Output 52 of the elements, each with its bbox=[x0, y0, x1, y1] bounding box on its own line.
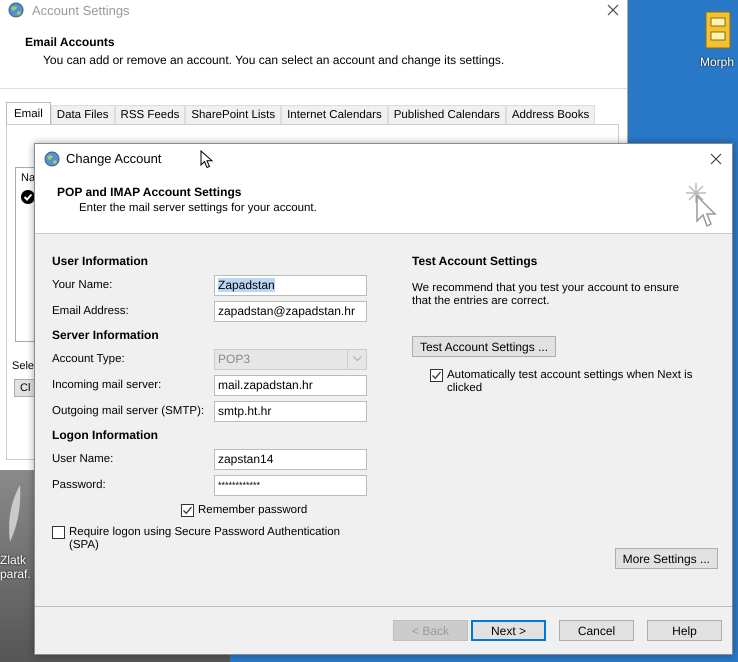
field-label: Your Name: bbox=[52, 279, 114, 291]
field-label: Email Address: bbox=[52, 305, 130, 317]
section-heading: Logon Information bbox=[52, 427, 159, 444]
section-description: We recommend that you test your account to ensure that the entries are correct. bbox=[412, 282, 680, 308]
dialog-title: Change Account bbox=[66, 151, 162, 166]
dialog-button[interactable]: Cancel bbox=[559, 620, 634, 641]
checkbox[interactable] bbox=[430, 369, 443, 382]
globe-icon bbox=[8, 2, 24, 18]
checkbox-label: Remember password bbox=[198, 504, 308, 517]
tab[interactable]: SharePoint Lists bbox=[185, 105, 282, 124]
change-button[interactable]: Cl bbox=[14, 379, 35, 397]
field-label: User Name: bbox=[52, 453, 114, 465]
checkbox-label: Require logon using Secure Password Authentication (SPA) bbox=[69, 526, 342, 552]
section-heading: Email Accounts bbox=[25, 35, 116, 49]
checkbox[interactable] bbox=[52, 526, 65, 539]
close-icon[interactable] bbox=[607, 4, 619, 16]
more-settings-button[interactable]: More Settings ... bbox=[614, 548, 718, 569]
globe-icon bbox=[44, 150, 60, 166]
tab[interactable]: Address Books bbox=[506, 105, 596, 124]
desktop-icon-label: Morph bbox=[700, 55, 734, 69]
section-heading: User Information bbox=[52, 253, 150, 270]
selection-label: Sele bbox=[12, 360, 34, 372]
field-label: Incoming mail server: bbox=[52, 379, 162, 391]
dialog-subheading: Enter the mail server settings for your account. bbox=[79, 202, 318, 214]
tab[interactable]: Internet Calendars bbox=[281, 105, 388, 124]
input-field[interactable]: zapstan14 bbox=[214, 448, 367, 470]
desktop-icon-label: paraf. bbox=[0, 567, 31, 581]
tab[interactable]: RSS Feeds bbox=[114, 105, 186, 124]
input-field[interactable]: mail.zapadstan.hr bbox=[214, 374, 367, 396]
close-icon[interactable] bbox=[710, 152, 722, 164]
dialog-button[interactable]: Next > bbox=[471, 620, 546, 641]
tab[interactable]: Email bbox=[6, 102, 51, 124]
input-field[interactable]: zapadstan@zapadstan.hr bbox=[214, 300, 367, 322]
field-label: Account Type: bbox=[52, 353, 126, 365]
tab[interactable]: Data Files bbox=[50, 105, 115, 124]
input-field[interactable]: Zapadstan bbox=[214, 274, 367, 296]
field-label: Password: bbox=[52, 479, 107, 491]
desktop-icon-label: Zlatk bbox=[0, 553, 26, 567]
input-field[interactable]: smtp.ht.hr bbox=[214, 400, 367, 422]
checkbox-label: Automatically test account settings when Next is clicked bbox=[447, 369, 694, 395]
section-heading: Test Account Settings bbox=[412, 253, 538, 270]
mouse-pointer-icon bbox=[200, 150, 213, 169]
dialog-button[interactable]: Help bbox=[647, 620, 722, 641]
field-label: Outgoing mail server (SMTP): bbox=[52, 405, 206, 417]
test-settings-button[interactable]: Test Account Settings ... bbox=[412, 336, 556, 357]
section-description: You can add or remove an account. You can select an account and change its settings. bbox=[43, 53, 506, 67]
dialog-heading: POP and IMAP Account Settings bbox=[57, 185, 242, 199]
section-heading: Server Information bbox=[52, 327, 160, 344]
checkbox[interactable] bbox=[181, 504, 194, 517]
tab[interactable]: Published Calendars bbox=[388, 105, 506, 124]
password-field[interactable]: ************ bbox=[214, 474, 367, 496]
window-title: Account Settings bbox=[32, 2, 130, 18]
